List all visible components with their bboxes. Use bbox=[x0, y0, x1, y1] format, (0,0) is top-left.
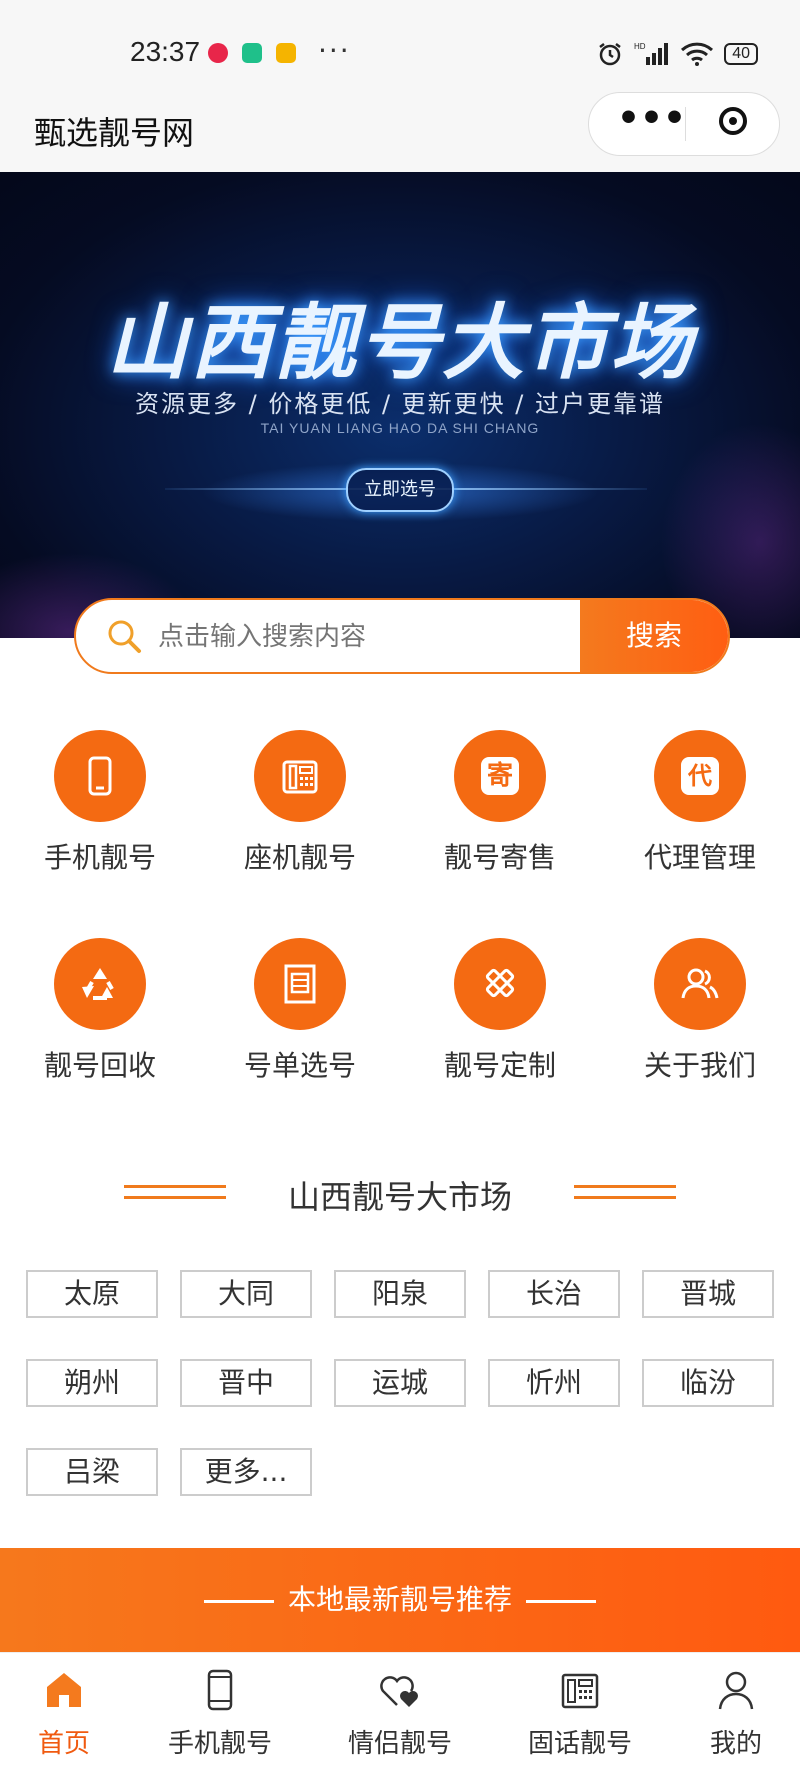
menu-label: 关于我们 bbox=[643, 1049, 756, 1082]
tab-landline-number[interactable]: 固话靓号 bbox=[500, 1667, 660, 1760]
dash-right bbox=[526, 1599, 596, 1603]
recommend-title: 本地最新靓号推荐 bbox=[287, 1583, 512, 1616]
menu-recycle[interactable]: 靓号回收 bbox=[0, 938, 200, 1084]
app-header: 甄选靓号网 ••• bbox=[0, 92, 800, 172]
section-title: 山西靓号大市场 bbox=[287, 1178, 512, 1216]
menu-label: 座机靓号 bbox=[243, 841, 356, 874]
city-tag[interactable]: 朔州 bbox=[26, 1359, 158, 1407]
recycle-icon bbox=[54, 938, 146, 1030]
more-cities-button[interactable]: 更多... bbox=[180, 1448, 312, 1496]
recommend-header: 本地最新靓号推荐 bbox=[0, 1548, 800, 1652]
search-bar: 搜索 bbox=[74, 598, 730, 674]
wifi-icon bbox=[681, 42, 714, 66]
menu-agent[interactable]: 代 代理管理 bbox=[600, 730, 800, 876]
menu-landline-number[interactable]: 座机靓号 bbox=[200, 730, 400, 876]
banner-pinyin: TAI YUAN LIANG HAO DA SHI CHANG bbox=[260, 420, 540, 436]
menu-customize[interactable]: 靓号定制 bbox=[400, 938, 600, 1084]
tab-label: 我的 bbox=[709, 1729, 762, 1759]
city-tag[interactable]: 吕梁 bbox=[26, 1448, 158, 1496]
tab-label: 手机靓号 bbox=[167, 1729, 272, 1759]
tab-mine[interactable]: 我的 bbox=[656, 1667, 800, 1760]
app-title: 甄选靓号网 bbox=[34, 114, 195, 152]
close-miniprogram-button[interactable] bbox=[719, 107, 747, 135]
agent-icon: 代 bbox=[654, 730, 746, 822]
city-tag[interactable]: 晋城 bbox=[642, 1270, 774, 1318]
banner-subtitle: 资源更多 / 价格更低 / 更新更快 / 过户更靠谱 bbox=[134, 390, 666, 418]
dash-left bbox=[203, 1599, 274, 1603]
banner-title: 山西靓号大市场 bbox=[106, 296, 694, 391]
city-tag[interactable]: 运城 bbox=[334, 1359, 466, 1407]
video-app-icon bbox=[208, 43, 228, 63]
city-tag[interactable]: 临汾 bbox=[642, 1359, 774, 1407]
menu-label: 靓号定制 bbox=[443, 1049, 556, 1082]
menu-label: 靓号回收 bbox=[43, 1049, 156, 1082]
status-bar: 23:37 ··· HD 40 bbox=[0, 0, 800, 100]
status-time: 23:37 bbox=[130, 36, 201, 67]
banner-select-button[interactable]: 立即选号 bbox=[346, 468, 454, 512]
alarm-icon bbox=[599, 43, 621, 66]
menu-label: 手机靓号 bbox=[43, 841, 156, 874]
search-input[interactable] bbox=[156, 600, 560, 672]
city-tag[interactable]: 太原 bbox=[26, 1270, 158, 1318]
search-button[interactable]: 搜索 bbox=[580, 600, 728, 672]
search-icon bbox=[108, 620, 141, 653]
menu-label: 靓号寄售 bbox=[443, 841, 556, 874]
menu-mobile-number[interactable]: 手机靓号 bbox=[0, 730, 200, 876]
more-menu-button[interactable]: ••• bbox=[617, 101, 686, 137]
capsule-divider bbox=[685, 107, 686, 141]
hero-banner[interactable]: 山西靓号大市场 资源更多 / 价格更低 / 更新更快 / 过户更靠谱 TAI Y… bbox=[0, 172, 800, 638]
couple-heart-icon bbox=[380, 1676, 418, 1707]
miniprogram-capsule: ••• bbox=[588, 92, 780, 156]
tab-label: 情侣靓号 bbox=[347, 1729, 452, 1759]
city-tag[interactable]: 长治 bbox=[488, 1270, 620, 1318]
menu-number-list[interactable]: 号单选号 bbox=[200, 938, 400, 1084]
signal-icon: HD bbox=[634, 42, 669, 65]
mobile-phone-icon bbox=[207, 1669, 233, 1711]
svg-text:HD: HD bbox=[634, 42, 646, 51]
mobile-phone-icon bbox=[54, 730, 146, 822]
city-tag[interactable]: 大同 bbox=[180, 1270, 312, 1318]
menu-label: 号单选号 bbox=[243, 1049, 356, 1082]
bottom-tab-bar: 首页 手机靓号 情侣靓号 固话靓号 我的 bbox=[0, 1652, 800, 1779]
city-tag[interactable]: 阳泉 bbox=[334, 1270, 466, 1318]
city-tag[interactable]: 忻州 bbox=[488, 1359, 620, 1407]
status-indicators: HD 40 bbox=[596, 40, 758, 68]
battery-icon: 40 bbox=[724, 43, 758, 65]
customize-icon bbox=[454, 938, 546, 1030]
shield-app-icon bbox=[242, 43, 262, 63]
menu-label: 代理管理 bbox=[643, 841, 756, 874]
consign-icon: 寄 bbox=[454, 730, 546, 822]
tab-mobile-number[interactable]: 手机靓号 bbox=[140, 1667, 300, 1760]
title-decoration-right bbox=[574, 1185, 676, 1201]
number-list-icon bbox=[254, 938, 346, 1030]
tab-home[interactable]: 首页 bbox=[0, 1667, 144, 1760]
tab-label: 固话靓号 bbox=[527, 1729, 632, 1759]
tab-couple-number[interactable]: 情侣靓号 bbox=[320, 1667, 480, 1760]
landline-phone-icon bbox=[561, 1673, 599, 1709]
home-icon bbox=[47, 1673, 81, 1707]
landline-phone-icon bbox=[254, 730, 346, 822]
about-us-icon bbox=[654, 938, 746, 1030]
menu-consign[interactable]: 寄 靓号寄售 bbox=[400, 730, 600, 876]
menu-about-us[interactable]: 关于我们 bbox=[600, 938, 800, 1084]
weibo-app-icon bbox=[276, 43, 296, 63]
user-icon bbox=[718, 1671, 754, 1710]
more-dots-icon: ··· bbox=[318, 34, 351, 67]
city-tag[interactable]: 晋中 bbox=[180, 1359, 312, 1407]
tab-label: 首页 bbox=[37, 1729, 90, 1759]
